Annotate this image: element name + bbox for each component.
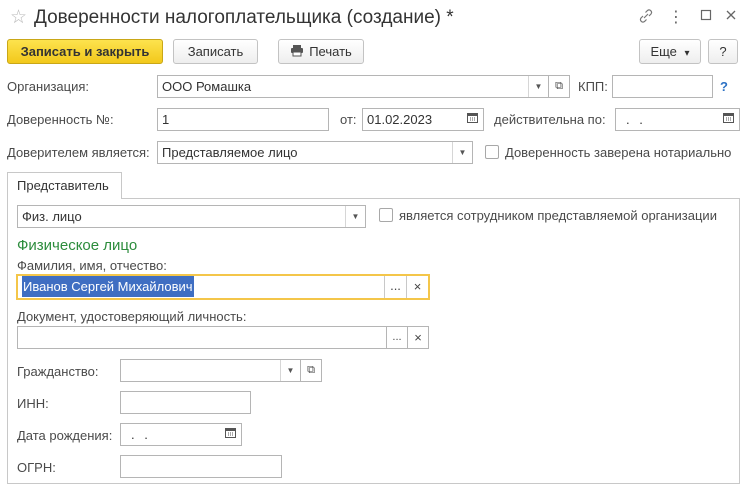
birth-value: . . — [131, 427, 151, 442]
fio-clear-icon[interactable]: × — [406, 276, 428, 298]
valid-to-value: . . — [626, 112, 646, 127]
representative-type-value: Физ. лицо — [22, 209, 82, 224]
chevron-down-icon[interactable]: ▼ — [452, 142, 472, 163]
help-button[interactable]: ? — [708, 39, 738, 64]
valid-to-field[interactable]: . . — [615, 108, 740, 131]
inn-field[interactable] — [120, 391, 251, 414]
more-label: Еще — [650, 44, 677, 59]
doc-label: Документ, удостоверяющий личность: — [17, 309, 247, 324]
kpp-help-icon[interactable]: ? — [720, 79, 728, 94]
principal-select[interactable]: Представляемое лицо ▼ — [157, 141, 473, 164]
chevron-down-icon[interactable]: ▼ — [528, 76, 548, 97]
date-from-field[interactable]: 01.02.2023 — [362, 108, 484, 131]
save-button[interactable]: Записать — [173, 39, 258, 64]
open-org-icon[interactable]: ⧉ — [548, 75, 570, 98]
chevron-down-icon[interactable]: ▼ — [345, 206, 365, 227]
fio-value: Иванов Сергей Михайлович — [22, 276, 194, 297]
doc-select-icon[interactable]: ... — [386, 326, 408, 349]
maximize-icon[interactable] — [697, 8, 715, 24]
fio-label: Фамилия, имя, отчество: — [17, 258, 167, 273]
employee-label: является сотрудником представляемой орга… — [399, 208, 717, 223]
ogrn-label: ОГРН: — [17, 460, 56, 475]
notarized-label: Доверенность заверена нотариально — [505, 145, 732, 160]
org-label: Организация: — [7, 79, 90, 94]
more-vertical-icon[interactable]: ⋮ — [667, 7, 685, 27]
fio-select-icon[interactable]: ... — [384, 276, 406, 298]
kpp-label: КПП: — [578, 79, 608, 94]
valid-to-label: действительна по: — [494, 112, 606, 127]
number-field[interactable]: 1 — [157, 108, 329, 131]
representative-type-select[interactable]: Физ. лицо ▼ — [17, 205, 366, 228]
doc-clear-icon[interactable]: × — [407, 326, 429, 349]
fio-field[interactable]: Иванов Сергей Михайлович ... × — [16, 274, 430, 300]
citizenship-label: Гражданство: — [17, 364, 99, 379]
inn-label: ИНН: — [17, 396, 49, 411]
notarized-checkbox[interactable] — [485, 145, 499, 159]
calendar-icon[interactable] — [219, 424, 241, 445]
birth-field[interactable]: . . — [120, 423, 242, 446]
more-actions-button[interactable]: Еще ▾ — [639, 39, 701, 64]
doc-field[interactable] — [17, 326, 387, 349]
favorite-star-icon[interactable]: ☆ — [10, 6, 27, 29]
section-title: Физическое лицо — [17, 237, 138, 254]
printer-icon — [290, 41, 304, 64]
print-label: Печать — [309, 44, 352, 59]
birth-label: Дата рождения: — [17, 428, 113, 443]
chevron-down-icon[interactable]: ▼ — [280, 360, 300, 381]
chevron-down-icon: ▾ — [684, 48, 690, 59]
save-and-close-button[interactable]: Записать и закрыть — [7, 39, 163, 64]
kpp-field[interactable] — [612, 75, 713, 98]
print-button[interactable]: Печать — [278, 39, 364, 64]
window-title: Доверенности налогоплательщика (создание… — [34, 7, 454, 28]
calendar-icon[interactable] — [717, 109, 739, 130]
org-value: ООО Ромашка — [162, 79, 252, 94]
open-citizenship-icon[interactable]: ⧉ — [300, 359, 322, 382]
tab-representative[interactable]: Представитель — [7, 172, 122, 199]
calendar-icon[interactable] — [461, 109, 483, 130]
date-from-value: 01.02.2023 — [367, 112, 433, 127]
principal-label: Доверителем является: — [7, 145, 150, 160]
ogrn-field[interactable] — [120, 455, 282, 478]
link-icon[interactable] — [637, 8, 655, 27]
number-value: 1 — [162, 112, 170, 127]
date-from-label: от: — [340, 112, 357, 127]
citizenship-select[interactable]: ▼ — [120, 359, 301, 382]
principal-value: Представляемое лицо — [162, 145, 298, 160]
employee-checkbox[interactable] — [379, 208, 393, 222]
number-label: Доверенность №: — [7, 112, 114, 127]
close-icon[interactable] — [722, 8, 740, 24]
org-field[interactable]: ООО Ромашка ▼ — [157, 75, 549, 98]
